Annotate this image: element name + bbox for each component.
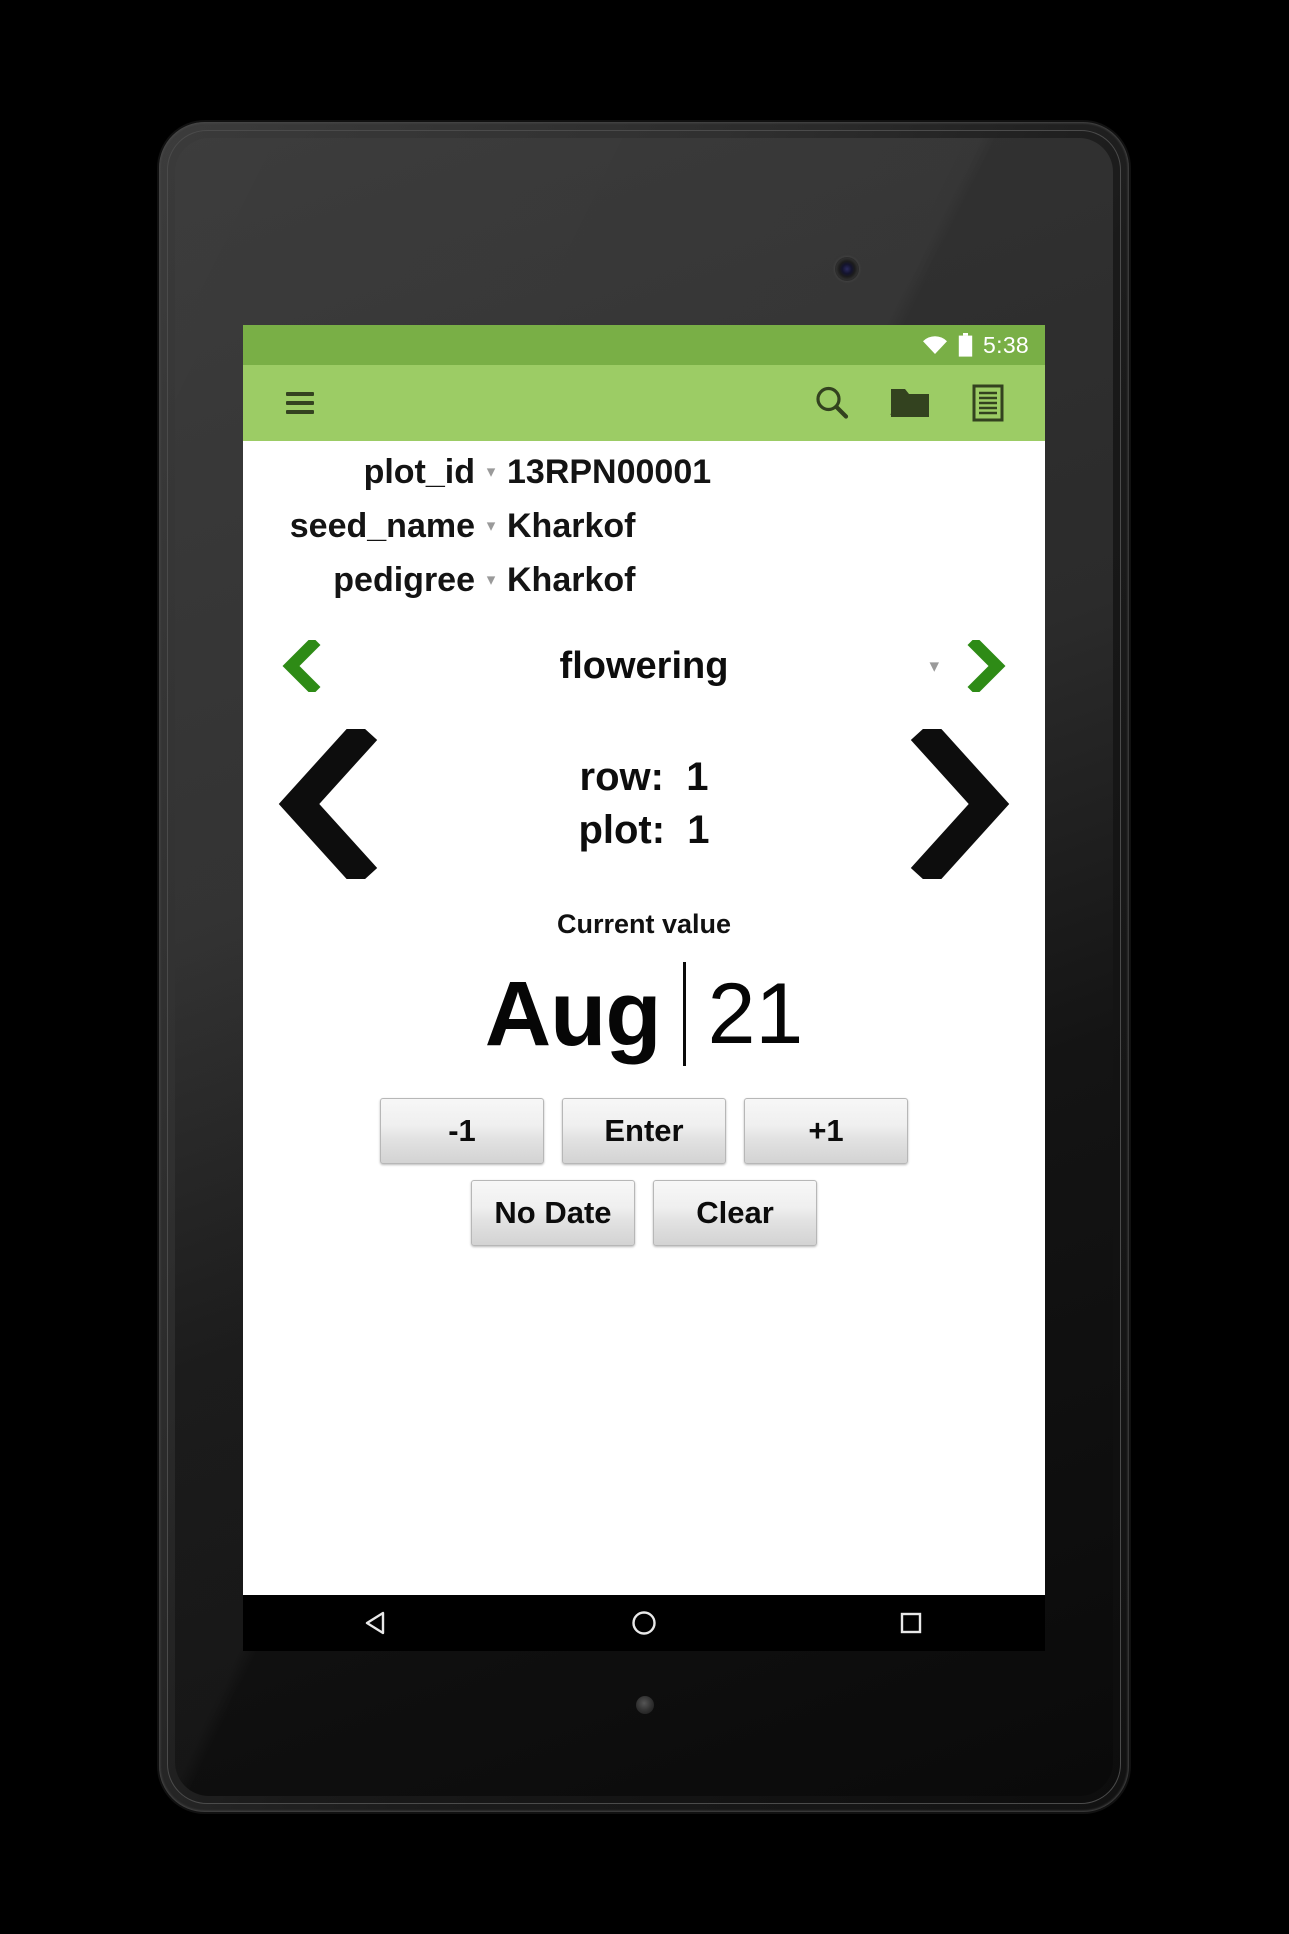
back-triangle-icon[interactable] (332, 1595, 422, 1651)
status-bar-clock: 5:38 (983, 331, 1029, 358)
folder-icon[interactable] (881, 374, 939, 432)
trait-prev-button[interactable] (267, 640, 337, 692)
front-camera-icon (835, 257, 859, 281)
trait-dropdown[interactable]: flowering ▾ (337, 645, 951, 688)
field-value-seed-name: Kharkof (507, 507, 636, 545)
wifi-icon (922, 335, 948, 355)
trait-selector: flowering ▾ (243, 623, 1045, 709)
clear-button[interactable]: Clear (653, 1180, 817, 1246)
field-row-pedigree[interactable]: pedigree ▾ Kharkof (243, 561, 1045, 615)
field-label-seed-name: seed_name (289, 507, 475, 545)
value-special-buttons: No Date Clear (243, 1180, 1045, 1246)
action-bar-actions (803, 374, 1017, 432)
device-bottom-dot (636, 1696, 654, 1714)
android-navigation-bar (243, 1595, 1045, 1651)
home-circle-icon[interactable] (599, 1595, 689, 1651)
current-value-display: Aug 21 (243, 956, 1045, 1072)
decrement-button[interactable]: -1 (380, 1098, 544, 1164)
field-label-plot-id: plot_id (363, 453, 475, 491)
battery-icon (958, 333, 973, 357)
current-value-label: Current value (556, 909, 732, 939)
plot-navigator: row: 1 plot: 1 (243, 709, 1045, 899)
increment-button[interactable]: +1 (744, 1098, 908, 1164)
hamburger-menu-icon[interactable] (271, 374, 329, 432)
plot-number-label: plot: 1 (578, 808, 710, 852)
field-value-plot-id: 13RPN00001 (507, 453, 712, 491)
row-number-label: row: 1 (579, 755, 709, 800)
chevron-down-icon[interactable]: ▾ (475, 517, 507, 534)
trait-next-button[interactable] (951, 640, 1021, 692)
recents-square-icon[interactable] (866, 1595, 956, 1651)
app-content: plot_id ▾ 13RPN00001 seed_name ▾ Kharkof… (243, 441, 1045, 1595)
status-bar: 5:38 (243, 325, 1045, 365)
field-row-seed-name[interactable]: seed_name ▾ Kharkof (243, 507, 1045, 561)
previous-plot-button[interactable] (257, 729, 397, 879)
search-icon[interactable] (803, 374, 861, 432)
device-screen: 5:38 plot_id ▾ 13RPN00001 seed_name ▾ Kh… (243, 325, 1045, 1595)
value-adjust-buttons: -1 Enter +1 (243, 1098, 1045, 1164)
no-date-button[interactable]: No Date (471, 1180, 635, 1246)
action-bar (243, 365, 1045, 441)
plot-info-fields: plot_id ▾ 13RPN00001 seed_name ▾ Kharkof… (243, 441, 1045, 617)
plot-position-readout: row: 1 plot: 1 (397, 751, 891, 857)
trait-name-label: flowering (559, 644, 729, 687)
current-value-day: 21 (707, 966, 804, 1062)
chevron-down-icon[interactable]: ▾ (475, 463, 507, 480)
field-value-pedigree: Kharkof (507, 561, 636, 599)
field-row-plot-id[interactable]: plot_id ▾ 13RPN00001 (243, 453, 1045, 507)
current-value-month: Aug (484, 963, 662, 1065)
list-icon[interactable] (959, 374, 1017, 432)
current-value-divider (682, 962, 686, 1066)
enter-button[interactable]: Enter (562, 1098, 726, 1164)
field-label-pedigree: pedigree (333, 561, 475, 599)
screenshot-root: 5:38 plot_id ▾ 13RPN00001 seed_name ▾ Kh… (0, 0, 1289, 1934)
chevron-down-icon[interactable]: ▾ (929, 657, 939, 676)
chevron-down-icon[interactable]: ▾ (475, 571, 507, 588)
next-plot-button[interactable] (891, 729, 1031, 879)
